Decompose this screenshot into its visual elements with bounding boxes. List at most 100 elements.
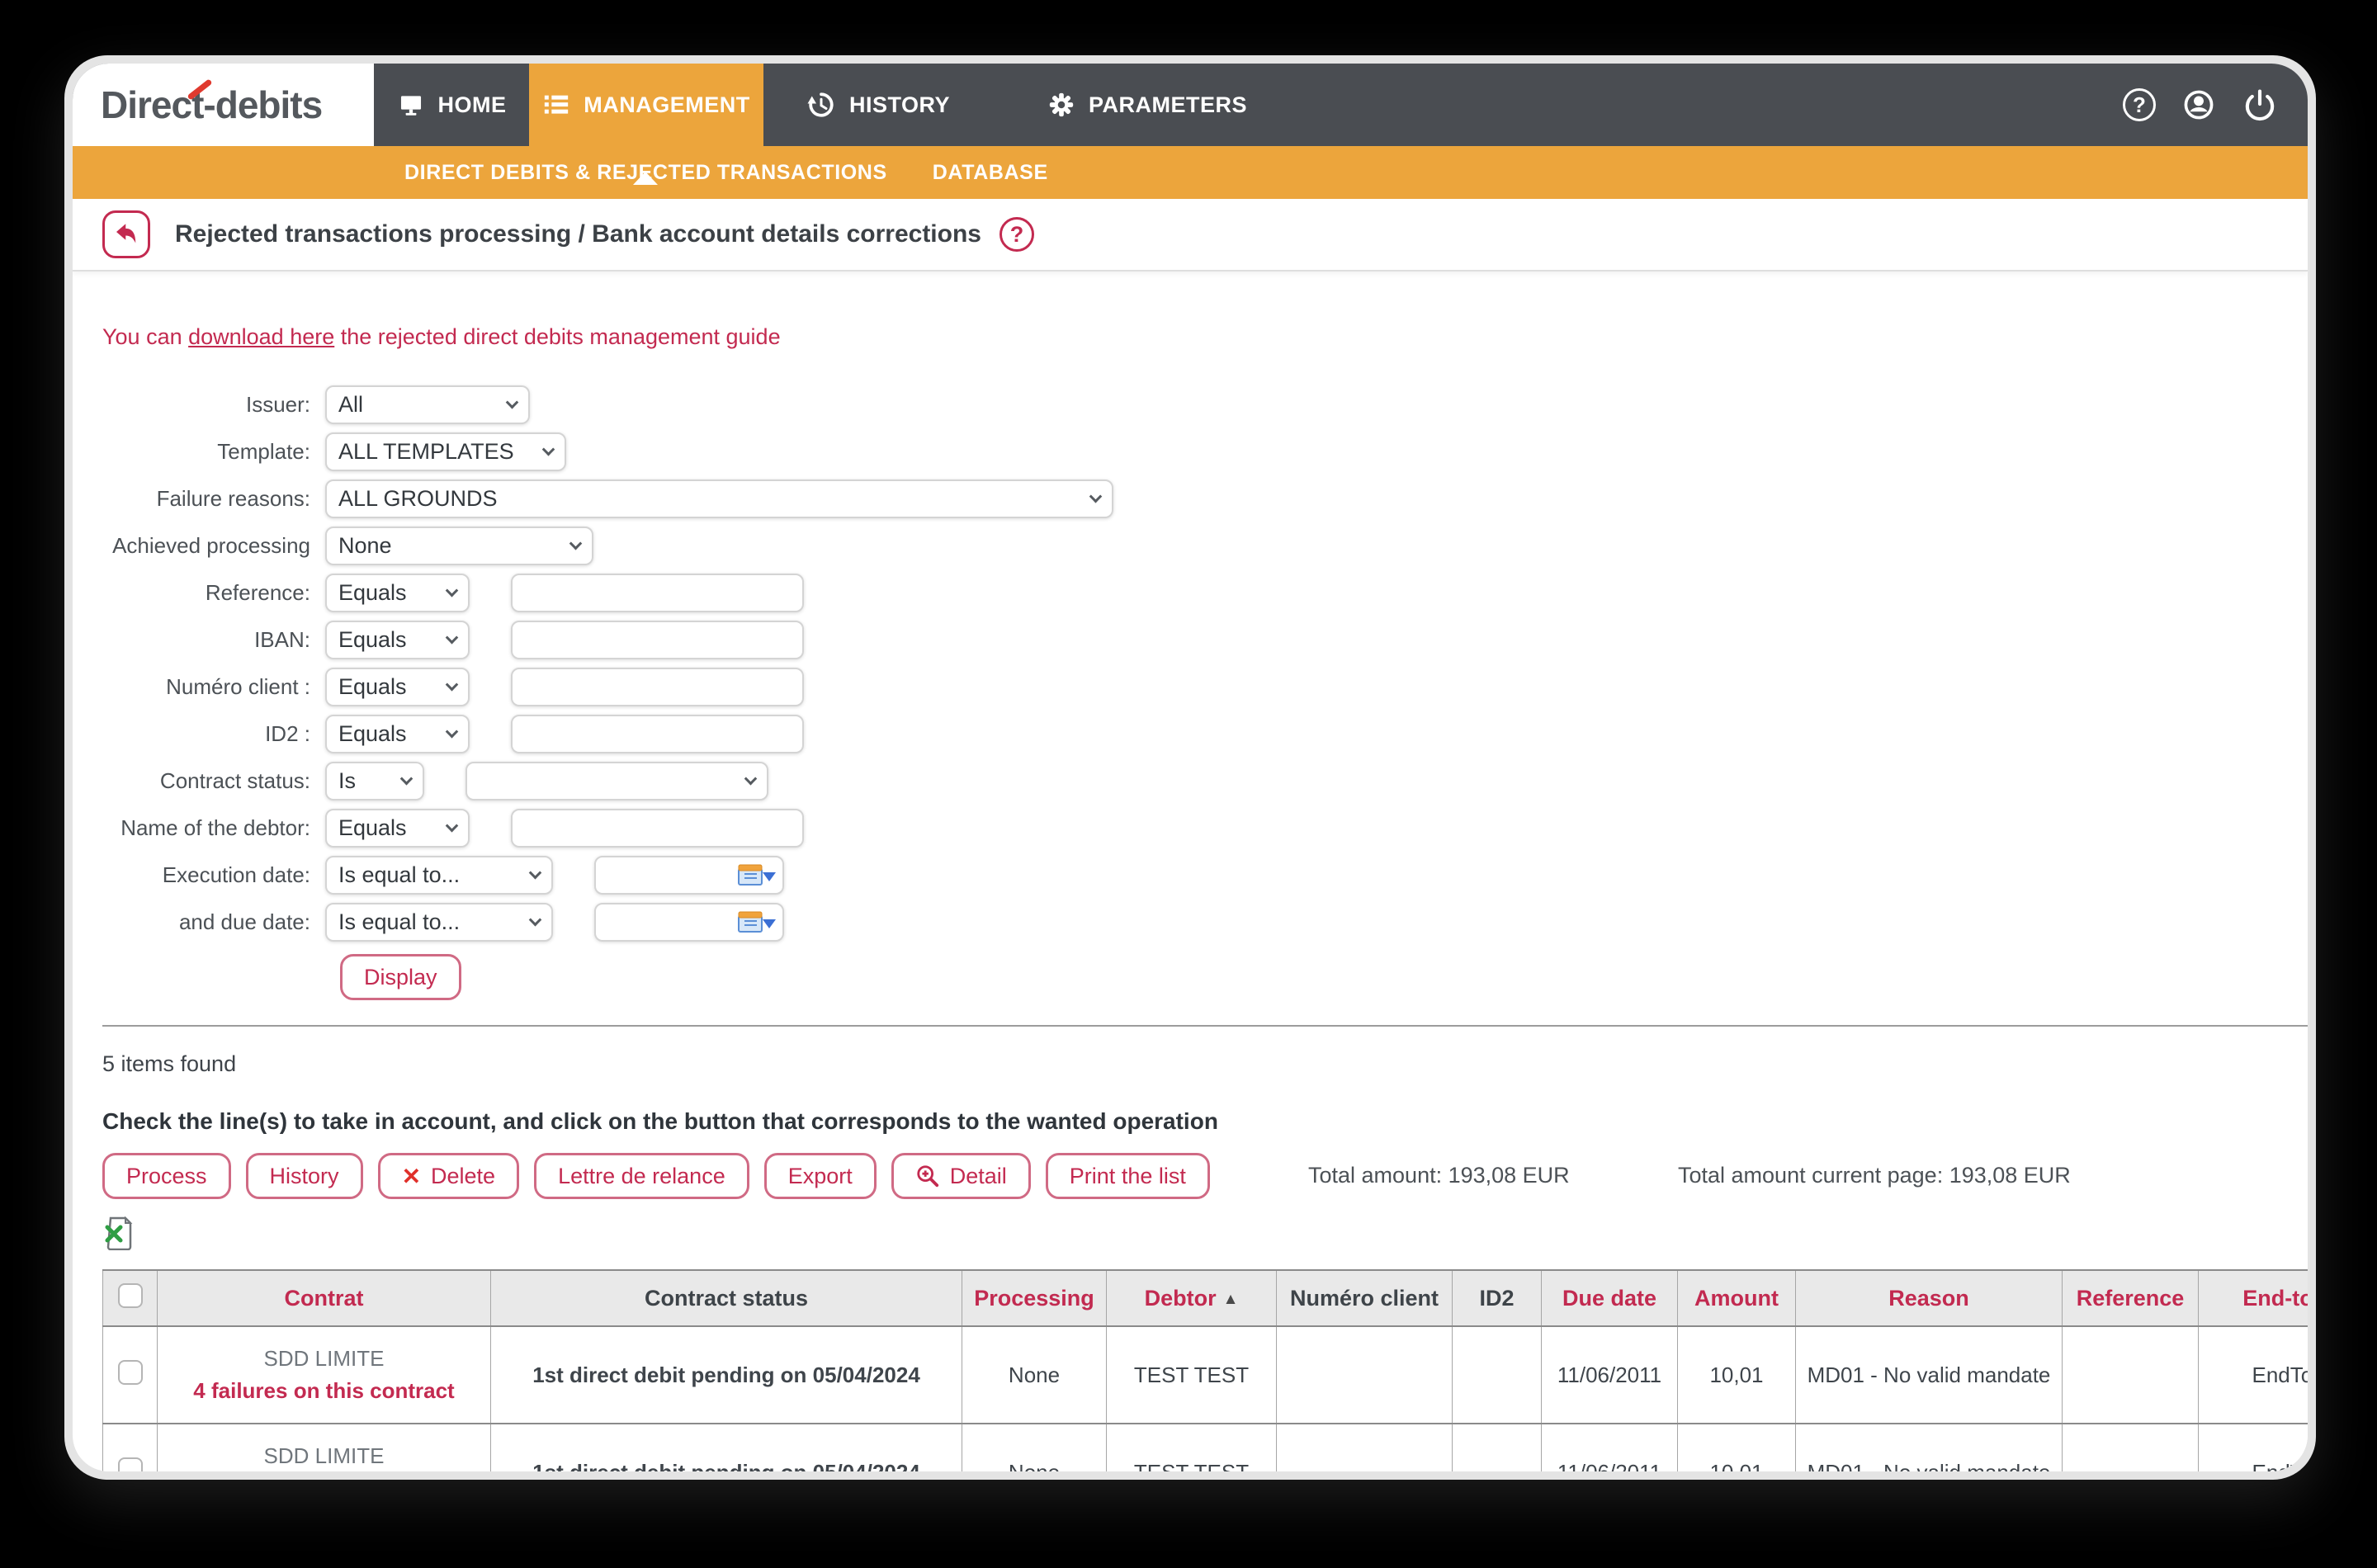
col-due-date[interactable]: Due date [1542, 1270, 1678, 1326]
delete-label: Delete [431, 1164, 495, 1189]
cell-contract-status: 1st direct debit pending on 05/04/2024 [491, 1326, 962, 1424]
col-processing[interactable]: Processing [962, 1270, 1107, 1326]
history-button[interactable]: History [246, 1153, 363, 1199]
cell-numero-client [1277, 1326, 1453, 1424]
select-all-cell [103, 1270, 158, 1326]
chevron-down-icon [529, 914, 542, 927]
cell-numero-client [1277, 1424, 1453, 1471]
back-button[interactable] [102, 210, 150, 258]
col-id2[interactable]: ID2 [1453, 1270, 1542, 1326]
col-contrat[interactable]: Contrat [158, 1270, 491, 1326]
export-button[interactable]: Export [764, 1153, 877, 1199]
col-reference[interactable]: Reference [2063, 1270, 2199, 1326]
calendar-icon[interactable] [738, 910, 763, 933]
col-end-to-end[interactable]: End-to-end [2199, 1270, 2308, 1326]
failure-reasons-select[interactable]: ALL GROUNDS [325, 479, 1113, 518]
cell-contract-status: 1st direct debit pending on 05/04/2024 [491, 1424, 962, 1471]
execution-date-operator-select[interactable]: Is equal to... [325, 856, 553, 895]
subnav-label-database: DATABASE [933, 161, 1048, 184]
due-date-operator-select[interactable]: Is equal to... [325, 903, 553, 942]
cell-due-date: 11/06/2011 [1542, 1424, 1678, 1471]
lettre-de-relance-button[interactable]: Lettre de relance [534, 1153, 749, 1199]
reference-operator-select[interactable]: Equals [325, 574, 470, 612]
detail-button[interactable]: Detail [891, 1153, 1031, 1199]
select-value: Equals [338, 674, 407, 700]
col-amount[interactable]: Amount [1678, 1270, 1796, 1326]
nav-right-icons: ? [2123, 64, 2278, 146]
process-button[interactable]: Process [102, 1153, 231, 1199]
gear-icon [1047, 91, 1075, 119]
power-icon[interactable] [2242, 87, 2278, 123]
filter-label: Achieved processing [102, 533, 325, 559]
calendar-icon[interactable] [738, 863, 763, 886]
calendar-dropdown-caret[interactable] [763, 872, 776, 881]
table-header-row: Contrat Contract status Processing Debto… [103, 1270, 2308, 1326]
monitor-icon [397, 91, 425, 119]
due-date-field [594, 903, 784, 942]
debtor-name-input[interactable] [511, 809, 804, 848]
nav-label-management: MANAGEMENT [584, 92, 750, 118]
id2-input[interactable] [511, 715, 804, 753]
issuer-select[interactable]: All [325, 385, 530, 424]
page-title: Rejected transactions processing / Bank … [175, 220, 981, 248]
guide-line: You can download here the rejected direc… [102, 324, 2308, 350]
chevron-down-icon [446, 631, 459, 645]
contract-status-select[interactable] [465, 762, 768, 801]
instruction-text: Check the line(s) to take in account, an… [102, 1108, 2308, 1135]
filter-row-issuer: Issuer: All [102, 381, 2308, 428]
numero-client-operator-select[interactable]: Equals [325, 668, 470, 706]
logo-text: Direc [101, 83, 191, 126]
iban-input[interactable] [511, 621, 804, 659]
iban-operator-select[interactable]: Equals [325, 621, 470, 659]
excel-export-icon[interactable] [102, 1216, 134, 1250]
cell-debtor: TEST TEST [1107, 1326, 1277, 1424]
col-numero-client[interactable]: Numéro client [1277, 1270, 1453, 1326]
select-value: Equals [338, 815, 407, 841]
display-button[interactable]: Display [340, 954, 461, 1000]
contract-alert[interactable]: 4 failures on this contract [166, 1378, 482, 1404]
subnav-item-direct-debits[interactable]: DIRECT DEBITS & REJECTED TRANSACTIONS [404, 161, 887, 185]
nav-tab-home[interactable]: HOME [374, 64, 529, 146]
cell-reference [2063, 1326, 2199, 1424]
calendar-dropdown-caret[interactable] [763, 919, 776, 928]
nav-label-history: HISTORY [849, 92, 950, 118]
filter-row-execution-date: Execution date: Is equal to... [102, 852, 2308, 899]
guide-prefix: You can [102, 324, 188, 349]
filter-row-achieved-processing: Achieved processing None [102, 522, 2308, 569]
actions-row: Process History ✕ Delete Lettre de relanc… [102, 1153, 2308, 1199]
logo-accent-t: t [191, 83, 203, 126]
nav-tab-parameters[interactable]: PARAMETERS [1023, 64, 1272, 146]
reference-input[interactable] [511, 574, 804, 612]
row-checkbox[interactable] [118, 1360, 143, 1385]
numero-client-input[interactable] [511, 668, 804, 706]
subnav-item-database[interactable]: DATABASE [933, 161, 1048, 185]
col-contract-status[interactable]: Contract status [491, 1270, 962, 1326]
delete-x-icon: ✕ [402, 1163, 421, 1190]
sort-asc-icon: ▲ [1223, 1291, 1239, 1308]
filter-row-iban: IBAN: Equals [102, 616, 2308, 664]
achieved-processing-select[interactable]: None [325, 527, 593, 565]
cell-reason: MD01 - No valid mandate [1796, 1424, 2063, 1471]
chevron-down-icon [446, 584, 459, 597]
nav-tab-history[interactable]: HISTORY [782, 64, 975, 146]
download-guide-link[interactable]: download here [188, 324, 334, 349]
col-reason[interactable]: Reason [1796, 1270, 2063, 1326]
title-help-icon[interactable]: ? [999, 217, 1034, 252]
cell-reason: MD01 - No valid mandate [1796, 1326, 2063, 1424]
filter-row-due-date: and due date: Is equal to... [102, 899, 2308, 946]
template-select[interactable]: ALL TEMPLATES [325, 432, 566, 471]
debtor-name-operator-select[interactable]: Equals [325, 809, 470, 848]
row-checkbox[interactable] [118, 1457, 143, 1471]
id2-operator-select[interactable]: Equals [325, 715, 470, 753]
help-icon[interactable]: ? [2123, 88, 2156, 121]
delete-button[interactable]: ✕ Delete [378, 1153, 520, 1199]
filter-row-contract-status: Contract status: Is [102, 758, 2308, 805]
cell-end-to-end: EndToEnd [2199, 1326, 2308, 1424]
chevron-down-icon [400, 772, 413, 786]
print-list-button[interactable]: Print the list [1046, 1153, 1210, 1199]
nav-tab-management[interactable]: MANAGEMENT [529, 64, 763, 146]
select-all-checkbox[interactable] [118, 1283, 143, 1308]
contract-status-operator-select[interactable]: Is [325, 762, 424, 801]
col-debtor[interactable]: Debtor▲ [1107, 1270, 1277, 1326]
user-icon[interactable] [2181, 87, 2217, 123]
